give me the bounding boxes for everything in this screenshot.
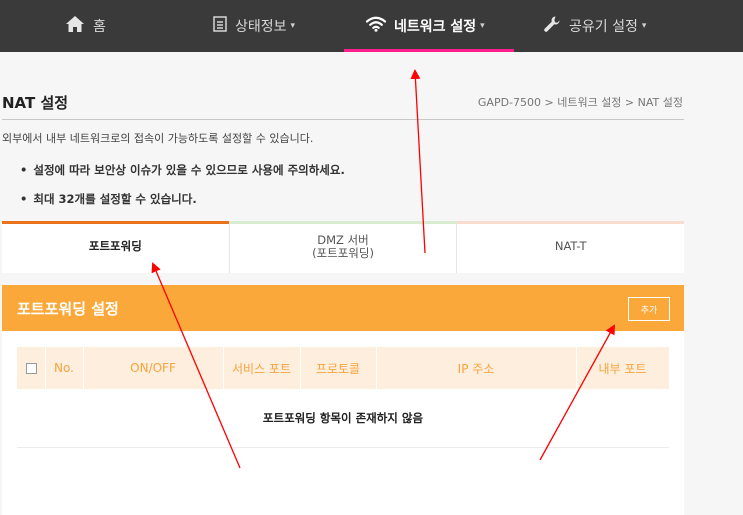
panel-header: 포트포워딩 설정 추가 — [2, 285, 684, 331]
column-header-service-port: 서비스 포트 — [223, 347, 301, 389]
page-description: 외부에서 내부 네트워크로의 접속이 가능하도록 설정할 수 있습니다. — [2, 132, 314, 145]
page-title: NAT 설정 — [2, 94, 69, 112]
tab-indicator — [2, 221, 229, 224]
wrench-icon — [543, 15, 561, 37]
notes-list: 설정에 따라 보안상 이슈가 있을 수 있으므로 사용에 주의하세요. 최대 3… — [20, 162, 345, 220]
nav-item-network-settings[interactable]: 네트워크 설정 ▾ — [365, 0, 485, 52]
nav-item-label: 네트워크 설정 — [394, 19, 477, 35]
nav-item-status[interactable]: 상태정보 ▾ — [213, 0, 295, 52]
column-header-protocol: 프로토콜 — [300, 347, 377, 389]
port-forwarding-table-header: No. ON/OFF 서비스 포트 프로토콜 IP 주소 내부 포트 — [17, 347, 669, 389]
chevron-down-icon: ▾ — [480, 21, 485, 31]
column-header-internal-port: 내부 포트 — [598, 361, 647, 376]
chevron-down-icon: ▾ — [641, 21, 647, 31]
main-content: NAT 설정 GAPD-7500 > 네트워크 설정 > NAT 설정 외부에서… — [0, 52, 743, 515]
chevron-down-icon: ▾ — [290, 21, 296, 31]
note-item: 최대 32개를 설정할 수 있습니다. — [20, 191, 345, 207]
tab-label: NAT-T — [554, 239, 587, 254]
nav-item-home[interactable]: 홈 — [65, 0, 106, 52]
tab-port-forwarding[interactable]: 포트포워딩 — [2, 221, 230, 273]
nav-item-label: 홈 — [93, 19, 106, 35]
column-header-onoff: ON/OFF — [83, 347, 224, 389]
tab-bar: 포트포워딩 DMZ 서버 (포트포워딩) NAT-T — [2, 221, 685, 273]
port-forwarding-panel: 포트포워딩 설정 추가 No. ON/OFF 서비스 포트 프로토콜 IP 주소… — [2, 285, 684, 515]
select-all-checkbox-cell — [17, 347, 46, 389]
wifi-icon — [365, 16, 387, 36]
column-header-no: No. — [45, 347, 84, 389]
title-divider — [2, 119, 684, 120]
nav-item-label: 공유기 설정 — [569, 19, 638, 35]
nav-item-label: 상태정보 — [235, 19, 287, 35]
empty-table-message: 포트포워딩 항목이 존재하지 않음 — [17, 389, 669, 448]
tab-dmz-server[interactable]: DMZ 서버 (포트포워딩) — [229, 221, 458, 273]
breadcrumb: GAPD-7500 > 네트워크 설정 > NAT 설정 — [477, 96, 683, 109]
tab-indicator — [229, 221, 457, 224]
tab-indicator — [457, 221, 685, 224]
panel-title: 포트포워딩 설정 — [17, 300, 119, 318]
note-item: 설정에 따라 보안상 이슈가 있을 수 있으므로 사용에 주의하세요. — [20, 162, 344, 178]
tab-nat-t[interactable]: NAT-T — [457, 221, 685, 273]
tab-label: 포트포워딩 — [88, 239, 142, 254]
select-all-checkbox[interactable] — [25, 362, 37, 374]
add-button[interactable]: 추가 — [628, 297, 670, 321]
nav-item-router-settings[interactable]: 공유기 설정 ▾ — [543, 0, 646, 52]
tab-label: DMZ 서버 (포트포워딩) — [312, 232, 374, 260]
top-navigation: 홈 상태정보 ▾ 네트워크 설정 ▾ 공유기 설정 ▾ — [0, 0, 743, 52]
column-header-ip-address: IP 주소 — [376, 347, 577, 389]
home-icon — [65, 15, 85, 37]
list-icon — [213, 16, 227, 36]
